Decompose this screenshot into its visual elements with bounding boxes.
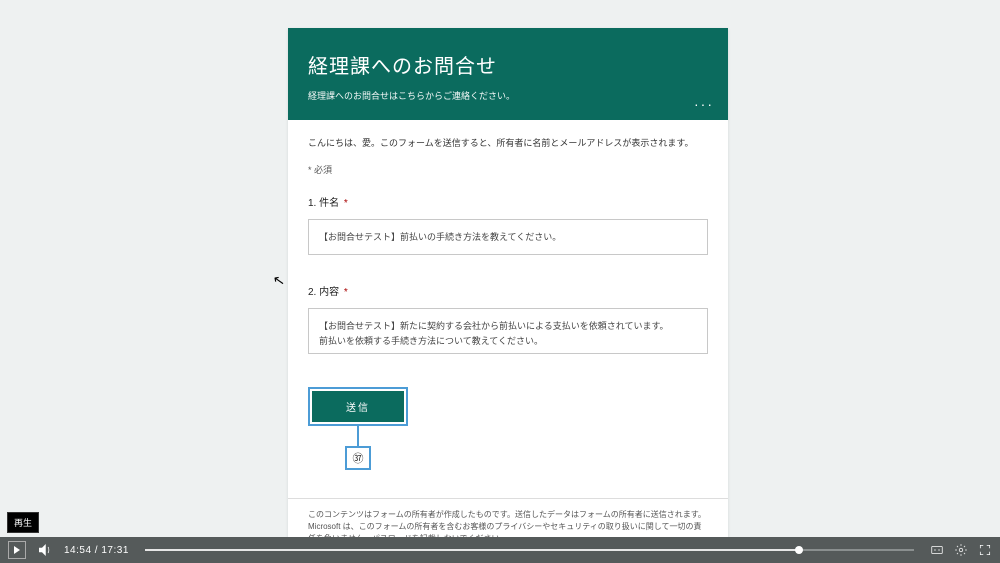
settings-button[interactable] — [954, 543, 968, 557]
form-card: 経理課へのお問合せ 経理課へのお問合せはこちらからご連絡ください。 ··· こん… — [288, 28, 728, 563]
volume-icon — [36, 541, 54, 559]
fullscreen-icon — [978, 543, 992, 557]
video-time: 14:54 / 17:31 — [64, 545, 129, 556]
captions-icon — [930, 543, 944, 557]
gear-icon — [954, 543, 968, 557]
submit-button[interactable]: 送信 — [312, 391, 404, 422]
play-icon — [14, 546, 20, 554]
form-title: 経理課へのお問合せ — [308, 50, 708, 79]
subject-input[interactable] — [308, 219, 708, 255]
callout-number: ㊲ — [345, 446, 371, 470]
question-2: 2. 内容 * 【お問合せテスト】新たに契約する会社から前払いによる支払いを依頼… — [308, 283, 708, 359]
form-body: こんにちは、愛。このフォームを送信すると、所有者に名前とメールアドレスが表示され… — [288, 120, 728, 498]
required-note: * 必須 — [308, 163, 708, 176]
progress-knob[interactable] — [795, 546, 803, 554]
question-1: 1. 件名 * — [308, 194, 708, 255]
video-control-bar: 14:54 / 17:31 — [0, 537, 1000, 563]
more-icon[interactable]: ··· — [690, 94, 718, 114]
submit-highlight: 送信 — [308, 387, 408, 426]
callout-connector — [357, 426, 359, 446]
progress-fill — [145, 549, 799, 551]
captions-button[interactable] — [930, 543, 944, 557]
mouse-cursor-icon: ↖ — [272, 271, 287, 290]
volume-button[interactable] — [36, 541, 54, 559]
progress-bar[interactable] — [145, 549, 914, 551]
form-subtitle: 経理課へのお問合せはこちらからご連絡ください。 — [308, 89, 708, 102]
required-star: * — [344, 287, 348, 298]
play-tooltip: 再生 — [7, 512, 39, 533]
question-1-label: 1. 件名 * — [308, 194, 708, 209]
fullscreen-button[interactable] — [978, 543, 992, 557]
required-star: * — [344, 198, 348, 209]
form-header: 経理課へのお問合せ 経理課へのお問合せはこちらからご連絡ください。 ··· — [288, 28, 728, 120]
question-2-label: 2. 内容 * — [308, 283, 708, 298]
content-input[interactable]: 【お問合せテスト】新たに契約する会社から前払いによる支払いを依頼されています。 … — [308, 308, 708, 354]
greeting-text: こんにちは、愛。このフォームを送信すると、所有者に名前とメールアドレスが表示され… — [308, 136, 708, 149]
play-button[interactable] — [8, 541, 26, 559]
